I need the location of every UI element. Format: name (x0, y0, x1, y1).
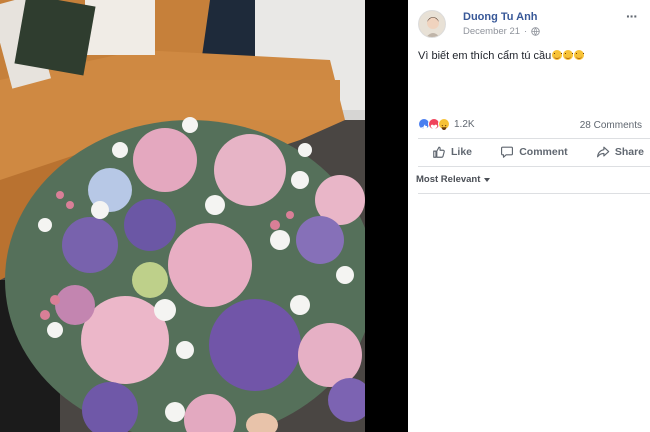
comment-sort-label: Most Relevant (416, 174, 481, 185)
author-name-link[interactable]: Duong Tu Anh (463, 11, 538, 23)
comment-icon (501, 146, 514, 158)
smiling-face-icon (563, 50, 574, 60)
divider (418, 138, 650, 139)
share-label: Share (614, 146, 644, 158)
divider (418, 166, 650, 167)
more-options-icon[interactable]: ··· (626, 9, 642, 23)
smiling-face-icon (552, 50, 563, 60)
globe-icon[interactable] (531, 27, 540, 36)
divider (418, 193, 650, 194)
smiling-face-icon (574, 50, 585, 60)
post-actions-bar: Like Comment Share (418, 140, 650, 164)
share-button[interactable]: Share (596, 140, 644, 164)
comment-sort-dropdown[interactable]: Most Relevant (416, 174, 491, 185)
post-photo[interactable] (0, 0, 365, 432)
like-button[interactable]: Like (432, 140, 472, 164)
reactions-summary[interactable]: 1.2K (418, 118, 475, 130)
photo-viewer: Duong Tu Anh December 21 · ··· Vì biết e… (0, 0, 650, 432)
avatar[interactable] (418, 10, 446, 38)
post-header: Duong Tu Anh December 21 · ··· (418, 8, 650, 42)
like-label: Like (451, 146, 473, 158)
thumbs-up-icon (433, 146, 445, 158)
reaction-count[interactable]: 1.2K (454, 119, 475, 130)
avatar-image (419, 11, 445, 37)
post-date-link[interactable]: December 21 (463, 26, 520, 37)
caret-down-icon (484, 177, 491, 182)
comments-count-link[interactable]: 28 Comments (580, 120, 642, 131)
post-caption: Vì biết em thích cẩm tú cầu (418, 50, 585, 62)
caption-text: Vì biết em thích cẩm tú cầu (418, 50, 552, 62)
comment-button[interactable]: Comment (500, 140, 568, 164)
hydrangea-bouquet-image (0, 0, 365, 432)
meta-separator: · (524, 26, 528, 37)
share-icon (596, 146, 610, 158)
haha-reaction-icon (438, 118, 450, 130)
comment-label: Comment (519, 146, 568, 158)
post-meta: December 21 · (463, 26, 540, 37)
post-details-panel: Duong Tu Anh December 21 · ··· Vì biết e… (408, 0, 650, 432)
